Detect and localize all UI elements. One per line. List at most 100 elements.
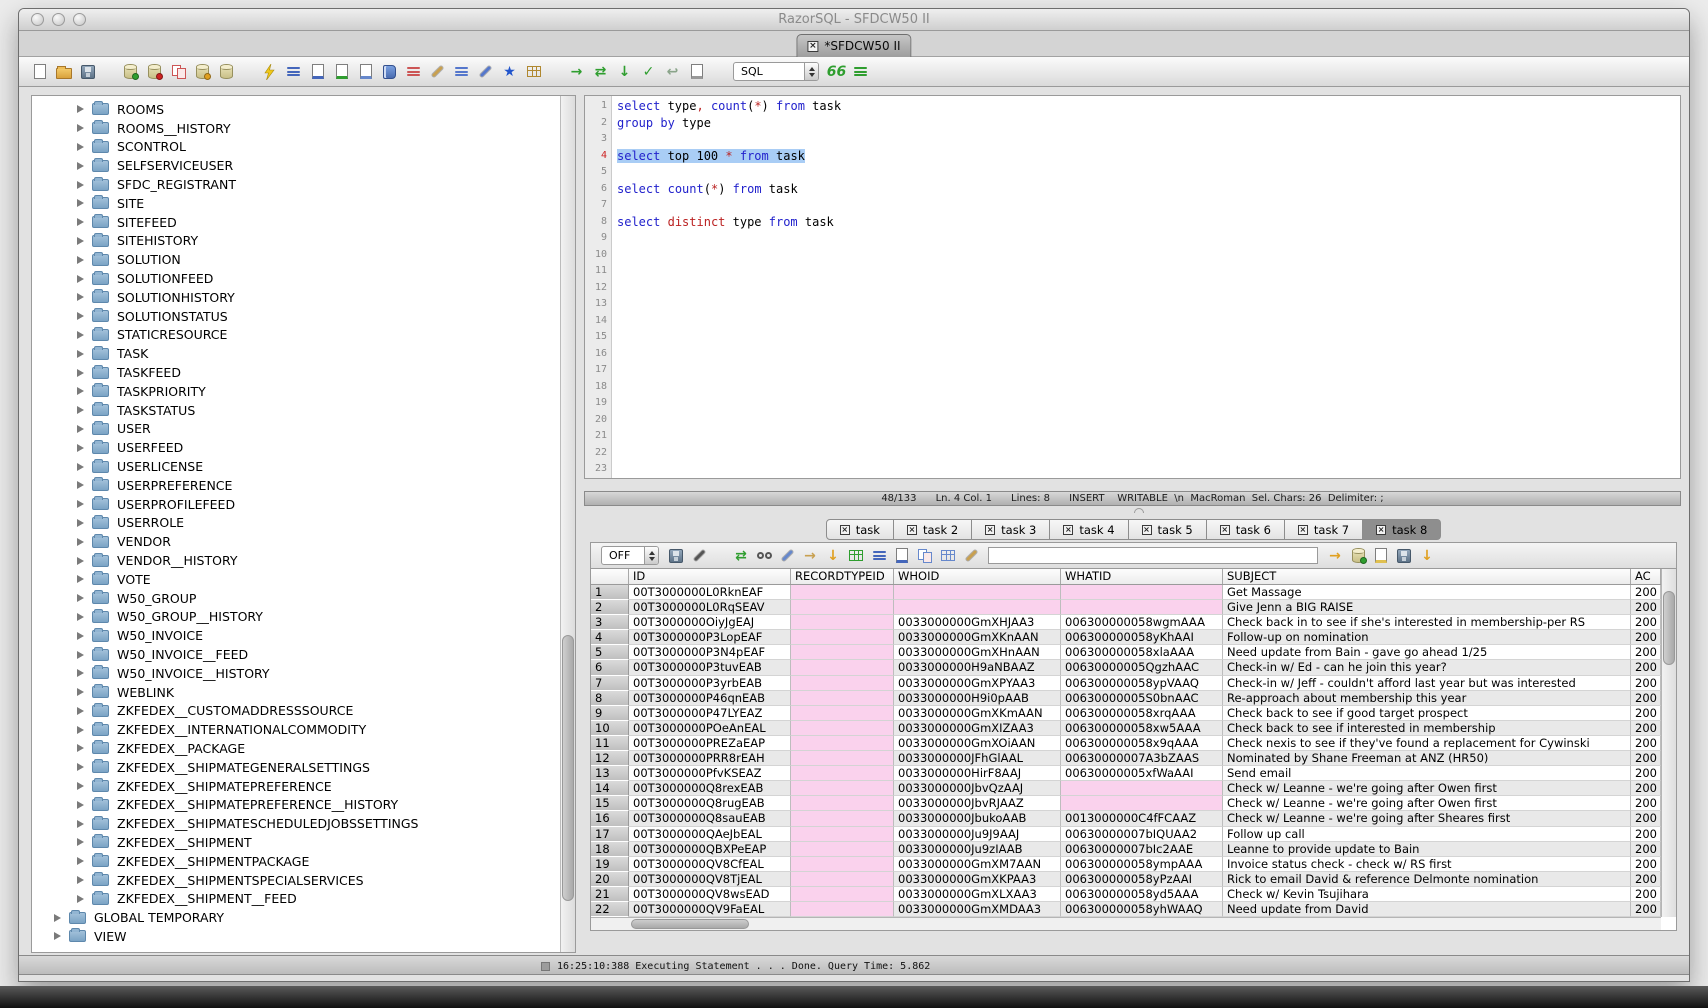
refresh-results-icon[interactable]: ⇄ xyxy=(731,545,751,567)
cell-whoid[interactable]: 0033000000JbvQzAAJ xyxy=(894,781,1061,796)
cell-whatid[interactable]: 006300000058x9qAAA xyxy=(1061,736,1223,751)
highlight-cell-icon[interactable] xyxy=(961,545,981,567)
close-tab-icon[interactable]: × xyxy=(985,525,995,535)
cell-recordtypeid[interactable] xyxy=(791,600,894,615)
format-sql-icon[interactable] xyxy=(475,61,496,83)
cell-whoid[interactable] xyxy=(894,600,1061,615)
cell-whatid[interactable] xyxy=(1061,796,1223,811)
disclosure-triangle-icon[interactable] xyxy=(77,707,84,715)
cell-whatid[interactable] xyxy=(1061,781,1223,796)
cell-whoid[interactable]: 0033000000GmXPYAA3 xyxy=(894,676,1061,691)
rollback-icon[interactable]: ↩ xyxy=(662,61,683,83)
favorites-icon[interactable]: ★ xyxy=(499,61,520,83)
disclosure-triangle-icon[interactable] xyxy=(77,613,84,621)
cell-id[interactable]: 00T3000000Q8rugEAB xyxy=(629,796,791,811)
disclosure-triangle-icon[interactable] xyxy=(77,199,84,207)
code-line[interactable] xyxy=(617,164,1680,181)
grid-vertical-scrollbar[interactable] xyxy=(1661,569,1676,917)
results-layout-icon[interactable] xyxy=(850,61,871,83)
view-record-icon[interactable] xyxy=(754,545,774,567)
disclosure-triangle-icon[interactable] xyxy=(77,519,84,527)
cell-whoid[interactable]: 0033000000GmXIZAA3 xyxy=(894,721,1061,736)
cell-recordtypeid[interactable] xyxy=(791,857,894,872)
cell-ac[interactable]: 200 xyxy=(1631,781,1661,796)
view-log-icon[interactable] xyxy=(686,61,707,83)
cell-id[interactable]: 00T3000000P3tuvEAB xyxy=(629,660,791,675)
row-number[interactable]: 2 xyxy=(591,600,629,615)
cell-subject[interactable]: Check w/ Leanne - we're going after Owen… xyxy=(1223,781,1631,796)
notes-icon[interactable] xyxy=(1371,545,1391,567)
code-line[interactable]: select count(*) from task xyxy=(617,181,1680,198)
save-grid-icon[interactable] xyxy=(1394,545,1414,567)
cell-whoid[interactable] xyxy=(894,585,1061,600)
code-line[interactable]: group by type xyxy=(617,115,1680,132)
code-line[interactable]: select top 100 * from task xyxy=(617,148,1680,165)
tree-item-solution[interactable]: SOLUTION xyxy=(32,250,559,269)
cell-id[interactable]: 00T3000000P3yrbEAB xyxy=(629,676,791,691)
close-window-button[interactable] xyxy=(31,13,44,26)
disclosure-triangle-icon[interactable] xyxy=(77,688,84,696)
disclosure-triangle-icon[interactable] xyxy=(77,876,84,884)
run-sql-icon[interactable]: → xyxy=(566,61,587,83)
tree-item-zkfedex-shipmatepreference[interactable]: ZKFEDEX__SHIPMATEPREFERENCE xyxy=(32,777,559,796)
code-line[interactable]: select distinct type from task xyxy=(617,214,1680,231)
cell-subject[interactable]: Check w/ Leanne - we're going after Shea… xyxy=(1223,811,1631,826)
cell-whoid[interactable]: 0033000000HirF8AAJ xyxy=(894,766,1061,781)
zoom-window-button[interactable] xyxy=(73,13,86,26)
cell-whoid[interactable]: 0033000000GmXHJAA3 xyxy=(894,615,1061,630)
cell-subject[interactable]: Check back to see if interested in membe… xyxy=(1223,721,1631,736)
tree-item-solutionhistory[interactable]: SOLUTIONHISTORY xyxy=(32,288,559,307)
disclosure-triangle-icon[interactable] xyxy=(77,444,84,452)
disclosure-triangle-icon[interactable] xyxy=(77,350,84,358)
cell-subject[interactable]: Check nexis to see if they've found a re… xyxy=(1223,736,1631,751)
import-table-data-icon[interactable] xyxy=(120,61,141,83)
code-line[interactable] xyxy=(617,230,1680,247)
row-number[interactable]: 11 xyxy=(591,736,629,751)
disclosure-triangle-icon[interactable] xyxy=(77,726,84,734)
cell-subject[interactable]: Rick to email David & reference Delmonte… xyxy=(1223,872,1631,887)
cell-recordtypeid[interactable] xyxy=(791,585,894,600)
max-rows-select[interactable]: OFF xyxy=(601,546,659,565)
grid-horizontal-scrollbar[interactable] xyxy=(591,917,1661,930)
create-table-icon[interactable] xyxy=(192,61,213,83)
tree-scrollbar[interactable] xyxy=(560,96,575,952)
close-tab-icon[interactable]: × xyxy=(1220,525,1230,535)
code-line[interactable] xyxy=(617,461,1680,478)
close-tab-icon[interactable]: × xyxy=(1063,525,1073,535)
cell-ac[interactable]: 200 xyxy=(1631,660,1661,675)
cell-whatid[interactable]: 00630000007bIc2AAE xyxy=(1061,842,1223,857)
result-tab-task[interactable]: ×task xyxy=(826,519,894,540)
row-number[interactable]: 15 xyxy=(591,796,629,811)
cell-subject[interactable]: Check w/ Leanne - we're going after Owen… xyxy=(1223,796,1631,811)
cell-whatid[interactable]: 006300000058ypVAAQ xyxy=(1061,676,1223,691)
cell-id[interactable]: 00T3000000PRR8rEAH xyxy=(629,751,791,766)
cell-id[interactable]: 00T3000000QV8TjEAL xyxy=(629,872,791,887)
cell-id[interactable]: 00T3000000Q8sauEAB xyxy=(629,811,791,826)
cell-id[interactable]: 00T3000000QV9FaEAL xyxy=(629,902,791,917)
tree-item-zkfedex-customaddresssource[interactable]: ZKFEDEX__CUSTOMADDRESSSOURCE xyxy=(32,702,559,721)
tree-item-w50-invoice[interactable]: W50_INVOICE xyxy=(32,626,559,645)
close-tab-icon[interactable]: × xyxy=(1376,525,1386,535)
disclosure-triangle-icon[interactable] xyxy=(77,256,84,264)
cell-subject[interactable]: Leanne to provide update to Bain xyxy=(1223,842,1631,857)
row-number[interactable]: 12 xyxy=(591,751,629,766)
disclosure-triangle-icon[interactable] xyxy=(77,293,84,301)
row-number[interactable]: 1 xyxy=(591,585,629,600)
cell-whoid[interactable]: 0033000000GmXMDAA3 xyxy=(894,902,1061,917)
tree-item-userfeed[interactable]: USERFEED xyxy=(32,438,559,457)
cell-whatid[interactable]: 00630000005QgzhAAC xyxy=(1061,660,1223,675)
disclosure-triangle-icon[interactable] xyxy=(77,651,84,659)
code-line[interactable] xyxy=(617,346,1680,363)
cell-subject[interactable]: Give Jenn a BIG RAISE xyxy=(1223,600,1631,615)
cell-whatid[interactable]: 006300000058xw5AAA xyxy=(1061,721,1223,736)
cell-ac[interactable]: 200 xyxy=(1631,766,1661,781)
row-number[interactable]: 17 xyxy=(591,827,629,842)
cell-subject[interactable]: Send email xyxy=(1223,766,1631,781)
result-tab-task-2[interactable]: ×task 2 xyxy=(894,519,972,540)
cell-subject[interactable]: Check back in to see if she's interested… xyxy=(1223,615,1631,630)
splitter-grip[interactable] xyxy=(1134,508,1144,513)
disclosure-triangle-icon[interactable] xyxy=(77,820,84,828)
result-tab-task-4[interactable]: ×task 4 xyxy=(1050,519,1128,540)
tree-item-w50-group[interactable]: W50_GROUP xyxy=(32,589,559,608)
bookmarks-icon[interactable] xyxy=(379,61,400,83)
